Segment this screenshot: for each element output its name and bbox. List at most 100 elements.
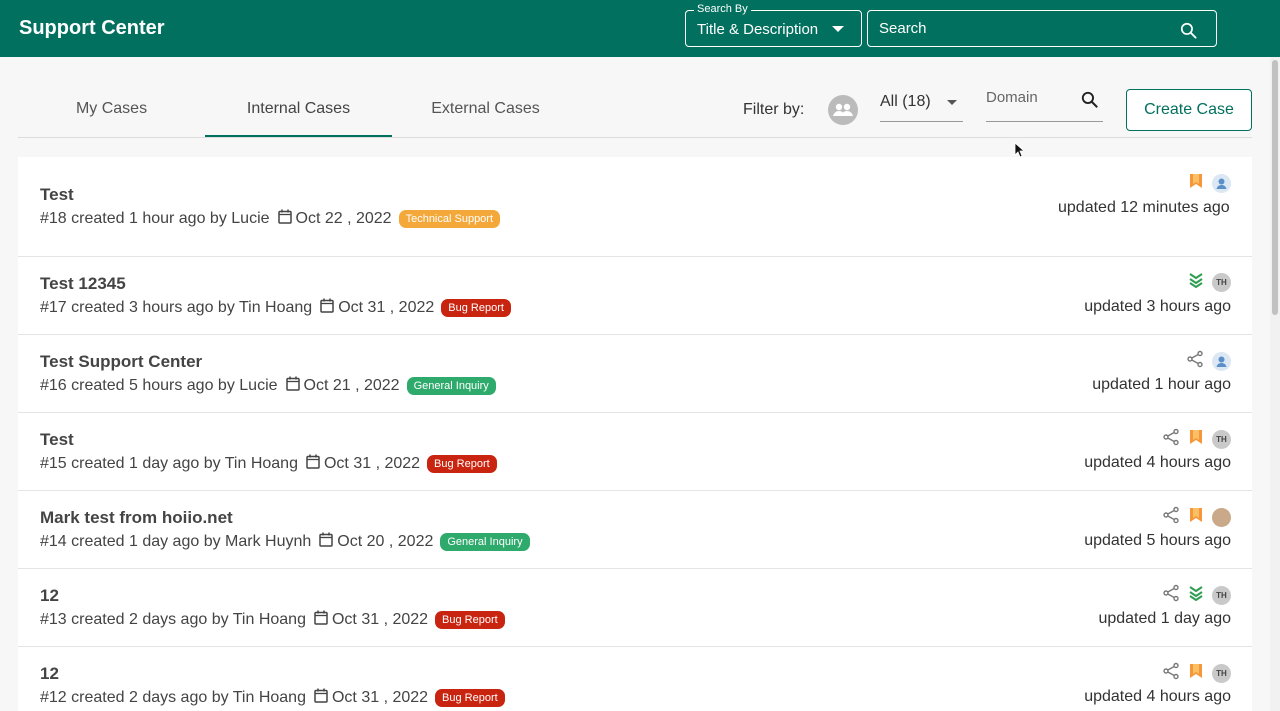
- calendar-icon: [320, 298, 334, 318]
- bookmark-icon[interactable]: [1188, 429, 1204, 450]
- share-icon[interactable]: [1186, 350, 1204, 373]
- case-title[interactable]: 12: [40, 586, 59, 606]
- search-icon[interactable]: [1179, 21, 1198, 45]
- filter-label: Filter by:: [743, 101, 805, 118]
- case-date: Oct 31 , 2022: [323, 455, 421, 472]
- bookmark-icon[interactable]: [1188, 663, 1204, 684]
- photo-avatar[interactable]: [1212, 508, 1231, 527]
- case-created: created 3 hours ago by Tin Hoang: [71, 299, 313, 316]
- case-meta: #13 created 2 days ago by Tin Hoang Oct 3…: [40, 610, 505, 630]
- case-date: Oct 22 , 2022: [295, 210, 392, 227]
- case-list: Test #18 created 1 hour ago by Lucie Oct 2…: [18, 157, 1252, 711]
- case-number: #16: [40, 377, 67, 394]
- filter-select[interactable]: All (18): [880, 88, 963, 122]
- case-title[interactable]: Test Support Center: [40, 352, 202, 372]
- case-number: #14: [40, 533, 67, 550]
- priority-low-icon[interactable]: [1188, 272, 1204, 293]
- search-input[interactable]: [879, 20, 1169, 37]
- case-created: created 1 hour ago by Lucie: [71, 210, 270, 227]
- app-title: Support Center: [19, 17, 165, 39]
- calendar-icon: [277, 209, 292, 229]
- case-icons: [1188, 173, 1231, 194]
- search-box: [867, 10, 1217, 47]
- case-created: created 2 days ago by Tin Hoang: [71, 611, 306, 628]
- search-by-value: Title & Description: [697, 21, 819, 38]
- create-case-button[interactable]: Create Case: [1126, 89, 1252, 131]
- case-icons: TH: [1162, 662, 1231, 685]
- case-date: Oct 20 , 2022: [337, 533, 434, 550]
- category-badge: Technical Support: [398, 210, 501, 228]
- category-badge: General Inquiry: [406, 377, 496, 395]
- category-badge: General Inquiry: [440, 533, 530, 551]
- initials-avatar[interactable]: TH: [1212, 664, 1231, 683]
- case-number: #15: [40, 455, 67, 472]
- case-meta: #17 created 3 hours ago by Tin Hoang Oct …: [40, 298, 511, 318]
- case-meta: #14 created 1 day ago by Mark Huynh Oct 2…: [40, 532, 530, 552]
- case-updated: updated 4 hours ago: [1084, 454, 1231, 471]
- case-row[interactable]: 12 #12 created 2 days ago by Tin Hoang Oct…: [18, 647, 1252, 711]
- priority-low-icon[interactable]: [1188, 585, 1204, 606]
- case-meta: #18 created 1 hour ago by Lucie Oct 22 , …: [40, 209, 501, 229]
- tab-internal-cases[interactable]: Internal Cases: [205, 85, 392, 137]
- case-created: created 1 day ago by Mark Huynh: [71, 533, 312, 550]
- case-row[interactable]: Test #15 created 1 day ago by Tin Hoang Oc…: [18, 413, 1252, 491]
- share-icon[interactable]: [1162, 584, 1180, 607]
- case-number: #17: [40, 299, 67, 316]
- user-avatar[interactable]: [1212, 174, 1231, 193]
- user-avatar[interactable]: [1212, 352, 1231, 371]
- scrollbar[interactable]: [1270, 57, 1280, 711]
- case-date: Oct 31 , 2022: [331, 611, 429, 628]
- calendar-icon: [319, 532, 334, 552]
- case-date: Oct 31 , 2022: [331, 689, 429, 706]
- case-created: created 5 hours ago by Lucie: [71, 377, 278, 394]
- case-meta: #12 created 2 days ago by Tin Hoang Oct 3…: [40, 688, 505, 708]
- group-icon[interactable]: [828, 95, 858, 125]
- initials-avatar[interactable]: TH: [1212, 586, 1231, 605]
- case-row[interactable]: Test #18 created 1 hour ago by Lucie Oct 2…: [18, 157, 1252, 257]
- search-by-label: Search By: [694, 3, 751, 15]
- initials-avatar[interactable]: TH: [1212, 430, 1231, 449]
- search-by-select[interactable]: Search By Title & Description: [685, 3, 862, 47]
- search-icon[interactable]: [1080, 90, 1099, 114]
- case-title[interactable]: Mark test from hoiio.net: [40, 508, 233, 528]
- case-icons: TH: [1162, 584, 1231, 607]
- share-icon[interactable]: [1162, 428, 1180, 451]
- calendar-icon: [314, 688, 328, 708]
- category-badge: Bug Report: [435, 689, 505, 707]
- bookmark-icon[interactable]: [1188, 173, 1204, 194]
- case-title[interactable]: Test: [40, 185, 74, 205]
- scrollbar-thumb[interactable]: [1272, 60, 1278, 315]
- domain-field: [986, 85, 1103, 122]
- case-number: #13: [40, 611, 67, 628]
- case-meta: #16 created 5 hours ago by Lucie Oct 21 ,…: [40, 376, 496, 396]
- case-row[interactable]: Test 12345 #17 created 3 hours ago by Tin…: [18, 257, 1252, 335]
- category-badge: Bug Report: [427, 455, 497, 473]
- case-title[interactable]: 12: [40, 664, 59, 684]
- case-updated: updated 4 hours ago: [1084, 688, 1231, 705]
- dropdown-caret-icon: [832, 26, 844, 32]
- bookmark-icon[interactable]: [1188, 507, 1204, 528]
- case-number: #12: [40, 689, 67, 706]
- case-number: #18: [40, 210, 67, 227]
- case-title[interactable]: Test 12345: [40, 274, 126, 294]
- case-title[interactable]: Test: [40, 430, 74, 450]
- case-row[interactable]: Test Support Center #16 created 5 hours a…: [18, 335, 1252, 413]
- case-icons: TH: [1188, 272, 1231, 293]
- case-row[interactable]: 12 #13 created 2 days ago by Tin Hoang Oct…: [18, 569, 1252, 647]
- case-icons: [1162, 506, 1231, 529]
- calendar-icon: [306, 454, 320, 474]
- category-badge: Bug Report: [441, 299, 511, 317]
- share-icon[interactable]: [1162, 506, 1180, 529]
- dropdown-caret-icon: [947, 100, 957, 105]
- tab-external-cases[interactable]: External Cases: [392, 85, 579, 137]
- domain-input[interactable]: [986, 89, 1071, 106]
- case-icons: TH: [1162, 428, 1231, 451]
- case-created: created 2 days ago by Tin Hoang: [71, 689, 306, 706]
- initials-avatar[interactable]: TH: [1212, 273, 1231, 292]
- tab-my-cases[interactable]: My Cases: [18, 85, 205, 137]
- case-row[interactable]: Mark test from hoiio.net #14 created 1 da…: [18, 491, 1252, 569]
- case-updated: updated 5 hours ago: [1084, 532, 1231, 549]
- share-icon[interactable]: [1162, 662, 1180, 685]
- filter-select-value: All (18): [880, 93, 931, 110]
- case-date: Oct 21 , 2022: [303, 377, 400, 394]
